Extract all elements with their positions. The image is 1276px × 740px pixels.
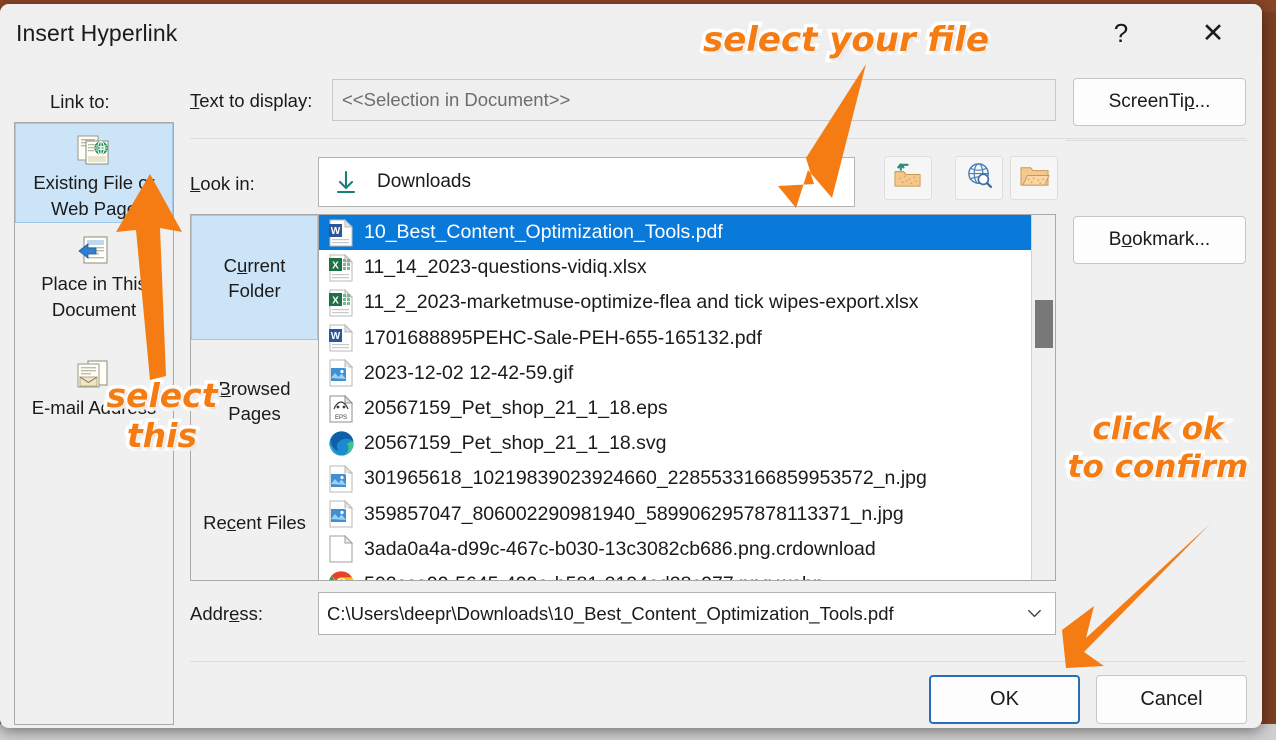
existing-file-web-page-icon [77, 134, 111, 166]
sidebar-item-label: Place in This Document [41, 273, 147, 320]
image-file-icon [328, 464, 354, 493]
look-in-combobox[interactable]: Downloads [318, 157, 855, 207]
sidebar-item-place-in-this-document[interactable]: Place in This Document [15, 225, 173, 325]
email-address-icon [77, 359, 111, 391]
file-list-item[interactable]: 2023-12-02 12-42-59.gif [319, 356, 1032, 391]
places-bar: Current Folder Browsed Pages Recent File… [191, 215, 319, 580]
help-icon[interactable]: ? [1098, 12, 1144, 54]
word-document-icon: W [328, 218, 354, 247]
browse-the-web-button[interactable] [955, 156, 1003, 200]
file-name: 11_14_2023-questions-vidiq.xlsx [364, 256, 647, 279]
excel-document-icon: X [328, 288, 354, 317]
file-name: 2023-12-02 12-42-59.gif [364, 361, 574, 384]
screentip-button-label: ScreenTip... [1108, 91, 1211, 112]
address-value: C:\Users\deepr\Downloads\10_Best_Content… [327, 602, 894, 624]
file-name: 301965618_10219839023924660_228553316685… [364, 467, 927, 490]
chevron-down-icon[interactable] [1013, 593, 1055, 634]
dialog-titlebar: Insert Hyperlink ? ✕ [0, 4, 1262, 62]
divider [1066, 140, 1248, 141]
svg-text:W: W [331, 226, 341, 237]
file-name: 20567159_Pet_shop_21_1_18.svg [364, 432, 667, 455]
place-label: Current Folder [223, 254, 286, 301]
look-in-label: Look in: [190, 173, 255, 194]
bookmark-button[interactable]: Bookmark... [1073, 216, 1246, 264]
svg-text:X: X [332, 260, 339, 271]
place-in-document-icon [77, 235, 111, 267]
insert-hyperlink-dialog: Insert Hyperlink ? ✕ Link to: Existing F… [0, 4, 1262, 728]
sidebar-item-email-address[interactable]: E-mail Address [15, 349, 173, 419]
cancel-button[interactable]: Cancel [1096, 675, 1247, 724]
place-label: Recent Files [203, 512, 306, 533]
file-name: 10_Best_Content_Optimization_Tools.pdf [364, 221, 723, 244]
text-to-display-label: Text to display: [190, 90, 313, 111]
close-icon[interactable]: ✕ [1190, 12, 1236, 54]
file-list[interactable]: W 10_Best_Content_Optimization_Tools.pdf… [319, 215, 1032, 580]
scrollbar-thumb[interactable] [1035, 300, 1053, 348]
place-browsed-pages[interactable]: Browsed Pages [191, 341, 318, 461]
file-list-item[interactable]: 3ada0a4a-d99c-467c-b030-13c3082cb686.png… [319, 532, 1032, 567]
word-document-icon: W [328, 323, 354, 352]
file-name: 359857047_806002290981940_58990629578781… [364, 502, 904, 525]
file-list-item[interactable]: 502cce99-5645-499e-b581-2194ed28c977.png… [319, 567, 1032, 580]
dialog-title: Insert Hyperlink [16, 20, 178, 46]
file-name: 11_2_2023-marketmuse-optimize-flea and t… [364, 291, 919, 314]
svg-text:W: W [331, 331, 341, 342]
look-in-value: Downloads [377, 171, 471, 192]
file-list-item[interactable]: W 1701688895PEHC-Sale-PEH-655-165132.pdf [319, 321, 1032, 356]
place-label: Browsed Pages [218, 378, 291, 424]
eps-file-icon: EPS [328, 394, 354, 423]
browse-the-web-icon [964, 161, 995, 195]
browse-for-file-button[interactable] [1010, 156, 1058, 200]
image-file-icon [328, 359, 354, 387]
place-current-folder[interactable]: Current Folder [191, 215, 318, 340]
file-list-item[interactable]: X 11_14_2023-questions-vidiq.xlsx [319, 250, 1032, 285]
bookmark-button-label: Bookmark... [1108, 229, 1211, 250]
place-recent-files[interactable]: Recent Files [191, 465, 318, 580]
excel-document-icon: X [328, 253, 354, 282]
divider [190, 661, 1246, 662]
file-list-item[interactable]: EPS 20567159_Pet_shop_21_1_18.eps [319, 391, 1032, 426]
file-list-item[interactable]: W 10_Best_Content_Optimization_Tools.pdf [319, 215, 1032, 251]
file-name: 20567159_Pet_shop_21_1_18.eps [364, 397, 668, 420]
edge-browser-icon [328, 430, 354, 458]
file-name: 1701688895PEHC-Sale-PEH-655-165132.pdf [364, 326, 762, 349]
blank-file-icon [328, 535, 354, 563]
up-one-folder-icon [893, 161, 924, 195]
up-one-folder-button[interactable] [884, 156, 932, 200]
file-list-item[interactable]: X 11_2_2023-marketmuse-optimize-flea and… [319, 285, 1032, 320]
text-to-display-input[interactable]: <<Selection in Document>> [332, 79, 1056, 121]
svg-text:EPS: EPS [335, 415, 347, 421]
browse-for-file-icon [1019, 161, 1050, 195]
divider [190, 138, 1246, 139]
file-list-item[interactable]: 301965618_10219839023924660_228553316685… [319, 461, 1032, 496]
svg-text:X: X [332, 295, 339, 306]
screentip-button[interactable]: ScreenTip... [1073, 78, 1246, 126]
link-to-panel: Existing File or Web Page Place in This … [14, 122, 174, 725]
file-list-item[interactable]: 20567159_Pet_shop_21_1_18.svg [319, 426, 1032, 461]
file-browser: Current Folder Browsed Pages Recent File… [190, 214, 1056, 581]
file-list-scrollbar[interactable] [1031, 215, 1055, 580]
file-list-item[interactable]: 359857047_806002290981940_58990629578781… [319, 497, 1032, 532]
chrome-browser-icon [328, 570, 354, 580]
sidebar-item-existing-file-or-web-page[interactable]: Existing File or Web Page [15, 123, 173, 223]
file-name: 3ada0a4a-d99c-467c-b030-13c3082cb686.png… [364, 537, 876, 560]
ok-button[interactable]: OK [929, 675, 1080, 724]
address-input[interactable]: C:\Users\deepr\Downloads\10_Best_Content… [318, 592, 1056, 635]
file-name: 502cce99-5645-499e-b581-2194ed28c977.png… [364, 573, 824, 580]
sidebar-item-label: E-mail Address [31, 397, 157, 418]
downloads-folder-icon [331, 167, 361, 197]
link-to-heading: Link to: [50, 91, 110, 112]
image-file-icon [328, 499, 354, 528]
address-label: Address: [190, 603, 264, 624]
chevron-down-icon[interactable] [806, 158, 854, 206]
sidebar-item-label: Existing File or Web Page [33, 172, 155, 219]
